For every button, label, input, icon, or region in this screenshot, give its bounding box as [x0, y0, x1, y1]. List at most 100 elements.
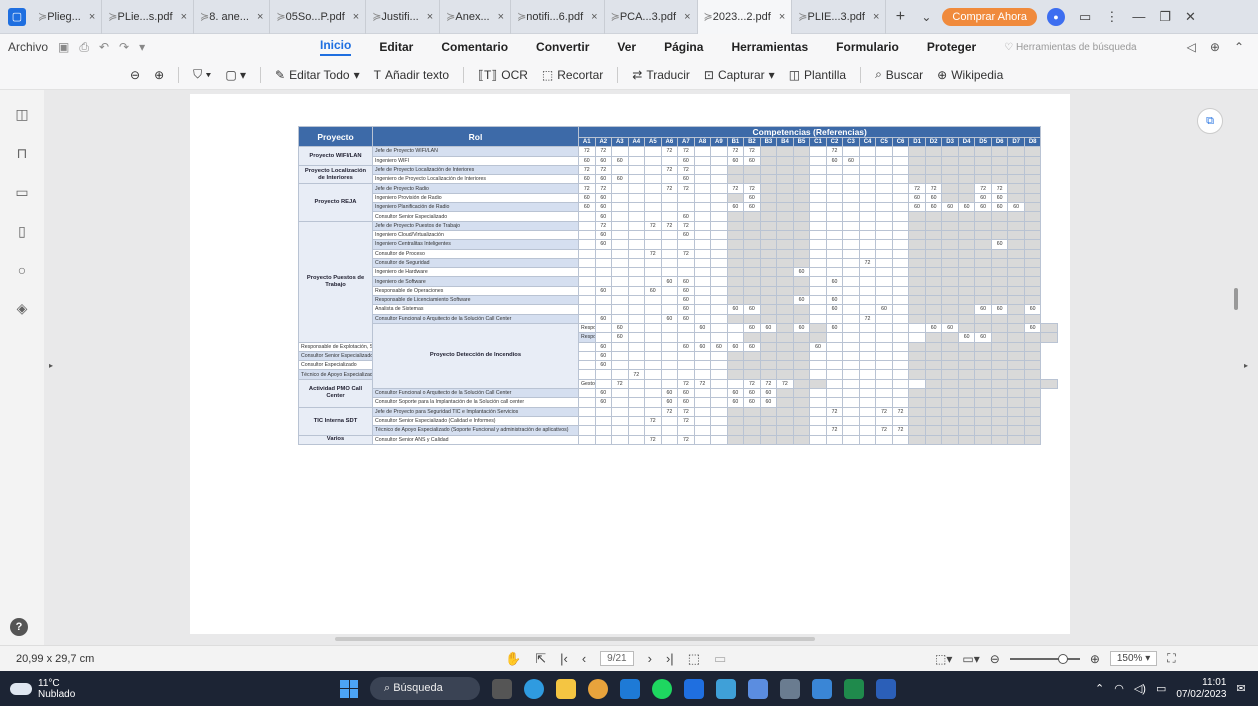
ocr-button[interactable]: ⟦T⟧ OCR: [478, 68, 528, 82]
more-options-icon[interactable]: ⋮: [1105, 9, 1118, 25]
menu-herramientas[interactable]: Herramientas: [731, 40, 808, 54]
new-tab-button[interactable]: +: [886, 8, 914, 26]
zoom-out-status-icon[interactable]: ⊖: [990, 652, 1000, 666]
comment-panel-icon[interactable]: ▭: [15, 184, 28, 201]
menu-archivo[interactable]: Archivo: [8, 40, 48, 54]
translate-button[interactable]: ⇄ Traducir: [632, 68, 690, 82]
tab-close-icon[interactable]: ×: [89, 11, 95, 23]
word-icon[interactable]: [876, 678, 896, 699]
zoom-slider-knob[interactable]: [1057, 653, 1068, 664]
tab-close-icon[interactable]: ×: [181, 11, 187, 23]
cloud-upload-icon[interactable]: ⊕: [1210, 40, 1220, 54]
capture-button[interactable]: ⊡ Capturar ▾: [704, 68, 775, 82]
zoom-out-icon[interactable]: ⊖: [130, 68, 140, 82]
notes-icon[interactable]: [748, 678, 768, 699]
prev-page-icon[interactable]: ‹: [582, 651, 586, 666]
tray-chevron-icon[interactable]: ⌃: [1095, 682, 1104, 695]
tab-6[interactable]: ≽ notifi...6.pdf ×: [511, 0, 605, 34]
menu-convertir[interactable]: Convertir: [536, 40, 589, 54]
document-icon[interactable]: [812, 678, 832, 699]
menu-proteger[interactable]: Proteger: [927, 40, 976, 54]
weather-widget[interactable]: 11°C Nublado: [10, 678, 75, 700]
fit-width-icon[interactable]: ⬚▾: [935, 652, 952, 666]
battery-icon[interactable]: ▭: [1156, 682, 1166, 695]
print-icon[interactable]: ⎙: [79, 40, 89, 55]
attachment-icon[interactable]: ▯: [18, 223, 26, 240]
tab-list-chevron-icon[interactable]: ⌄: [914, 10, 938, 24]
tab-9[interactable]: ≽ PLIE...3.pdf ×: [792, 0, 887, 34]
windows-start-icon[interactable]: [340, 679, 358, 698]
shape-tool-icon[interactable]: ▢ ▾: [225, 68, 246, 82]
undo-icon[interactable]: ↶: [99, 40, 109, 54]
app-icon[interactable]: [716, 678, 736, 699]
clock[interactable]: 11:01 07/02/2023: [1176, 677, 1226, 701]
menu-formulario[interactable]: Formulario: [836, 40, 899, 54]
fullscreen-icon[interactable]: ⛶: [1167, 651, 1175, 666]
zoom-level-select[interactable]: 150% ▾: [1109, 651, 1158, 666]
menu-página[interactable]: Página: [664, 40, 703, 54]
bookmark-icon[interactable]: ⊓: [17, 145, 28, 162]
tab-close-icon[interactable]: ×: [427, 11, 433, 23]
outlook-icon[interactable]: [620, 678, 640, 699]
tab-3[interactable]: ≽ 05So...P.pdf ×: [270, 0, 367, 34]
add-text-button[interactable]: T Añadir texto: [374, 68, 449, 82]
volume-icon[interactable]: ◁): [1134, 682, 1146, 695]
select-tool-icon[interactable]: ⇱: [535, 651, 546, 667]
tab-2[interactable]: ≽ 8. ane... ×: [194, 0, 271, 34]
taskbar-search-input[interactable]: ⌕ Búsqueda: [370, 677, 480, 700]
page-number-input[interactable]: 9/21: [600, 651, 634, 666]
thumbnails-icon[interactable]: ◫: [15, 106, 28, 123]
restore-icon[interactable]: ❐: [1159, 9, 1171, 25]
zoom-in-icon[interactable]: ⊕: [154, 68, 164, 82]
menu-ver[interactable]: Ver: [617, 40, 636, 54]
pdf-editor-icon[interactable]: [684, 678, 704, 699]
edge-icon[interactable]: [524, 678, 544, 699]
vertical-scrollbar[interactable]: [1234, 288, 1238, 310]
template-button[interactable]: ◫ Plantilla: [789, 68, 846, 82]
save-icon[interactable]: ▣: [58, 40, 69, 54]
collapse-left-arrow-icon[interactable]: ▸: [49, 361, 53, 370]
horizontal-scrollbar[interactable]: [335, 637, 815, 641]
next-page-icon[interactable]: ›: [648, 651, 652, 666]
tab-4[interactable]: ≽ Justifi... ×: [366, 0, 441, 34]
zoom-slider[interactable]: [1009, 653, 1080, 664]
menu-comentario[interactable]: Comentario: [441, 40, 508, 54]
tab-8[interactable]: ≽ 2023...2.pdf ×: [697, 0, 793, 34]
task-view-icon[interactable]: [492, 678, 512, 699]
file-explorer-icon[interactable]: [556, 678, 576, 699]
redo-icon[interactable]: ↷: [119, 40, 129, 54]
search-panel-icon[interactable]: ○: [18, 262, 26, 278]
wikipedia-button[interactable]: ⊕ Wikipedia: [937, 68, 1003, 82]
zoom-in-status-icon[interactable]: ⊕: [1090, 652, 1100, 666]
first-page-icon[interactable]: |‹: [560, 651, 568, 666]
tool-search-input[interactable]: ♡ Herramientas de búsqueda: [1004, 42, 1136, 53]
minimize-icon[interactable]: —: [1132, 9, 1145, 24]
tab-close-icon[interactable]: ×: [591, 11, 597, 23]
app-logo-icon[interactable]: ▢: [8, 7, 26, 26]
tab-1[interactable]: ≽ PLie...s.pdf ×: [102, 0, 194, 34]
fit-page-icon[interactable]: ⬚: [688, 651, 700, 667]
page-layout-icon[interactable]: ▭▾: [962, 652, 979, 666]
calculator-icon[interactable]: [780, 678, 800, 699]
spotify-icon[interactable]: [652, 678, 672, 699]
highlight-tool-icon[interactable]: ⛉ ▾: [193, 67, 211, 82]
avatar[interactable]: ●: [1047, 7, 1066, 26]
menu-inicio[interactable]: Inicio: [320, 38, 352, 56]
chrome-icon[interactable]: [588, 678, 608, 699]
tab-close-icon[interactable]: ×: [257, 11, 263, 23]
menu-editar[interactable]: Editar: [379, 40, 413, 54]
wifi-icon[interactable]: ◠: [1114, 682, 1124, 695]
layers-icon[interactable]: ◈: [17, 300, 28, 317]
tab-7[interactable]: ≽ PCA...3.pdf ×: [605, 0, 698, 34]
help-icon[interactable]: ?: [10, 618, 28, 636]
notifications-icon[interactable]: ✉: [1236, 682, 1245, 695]
tab-close-icon[interactable]: ×: [498, 11, 504, 23]
tab-close-icon[interactable]: ×: [779, 11, 785, 23]
close-icon[interactable]: ✕: [1185, 9, 1196, 25]
ai-assistant-icon[interactable]: ⧉: [1197, 108, 1223, 134]
buy-now-button[interactable]: Comprar Ahora: [942, 7, 1038, 26]
tab-0[interactable]: ≽ Plieg... ×: [32, 0, 103, 34]
search-button[interactable]: ⌕ Buscar: [875, 67, 923, 82]
tab-close-icon[interactable]: ×: [873, 11, 879, 23]
collapse-ribbon-icon[interactable]: ⌃: [1234, 40, 1244, 54]
